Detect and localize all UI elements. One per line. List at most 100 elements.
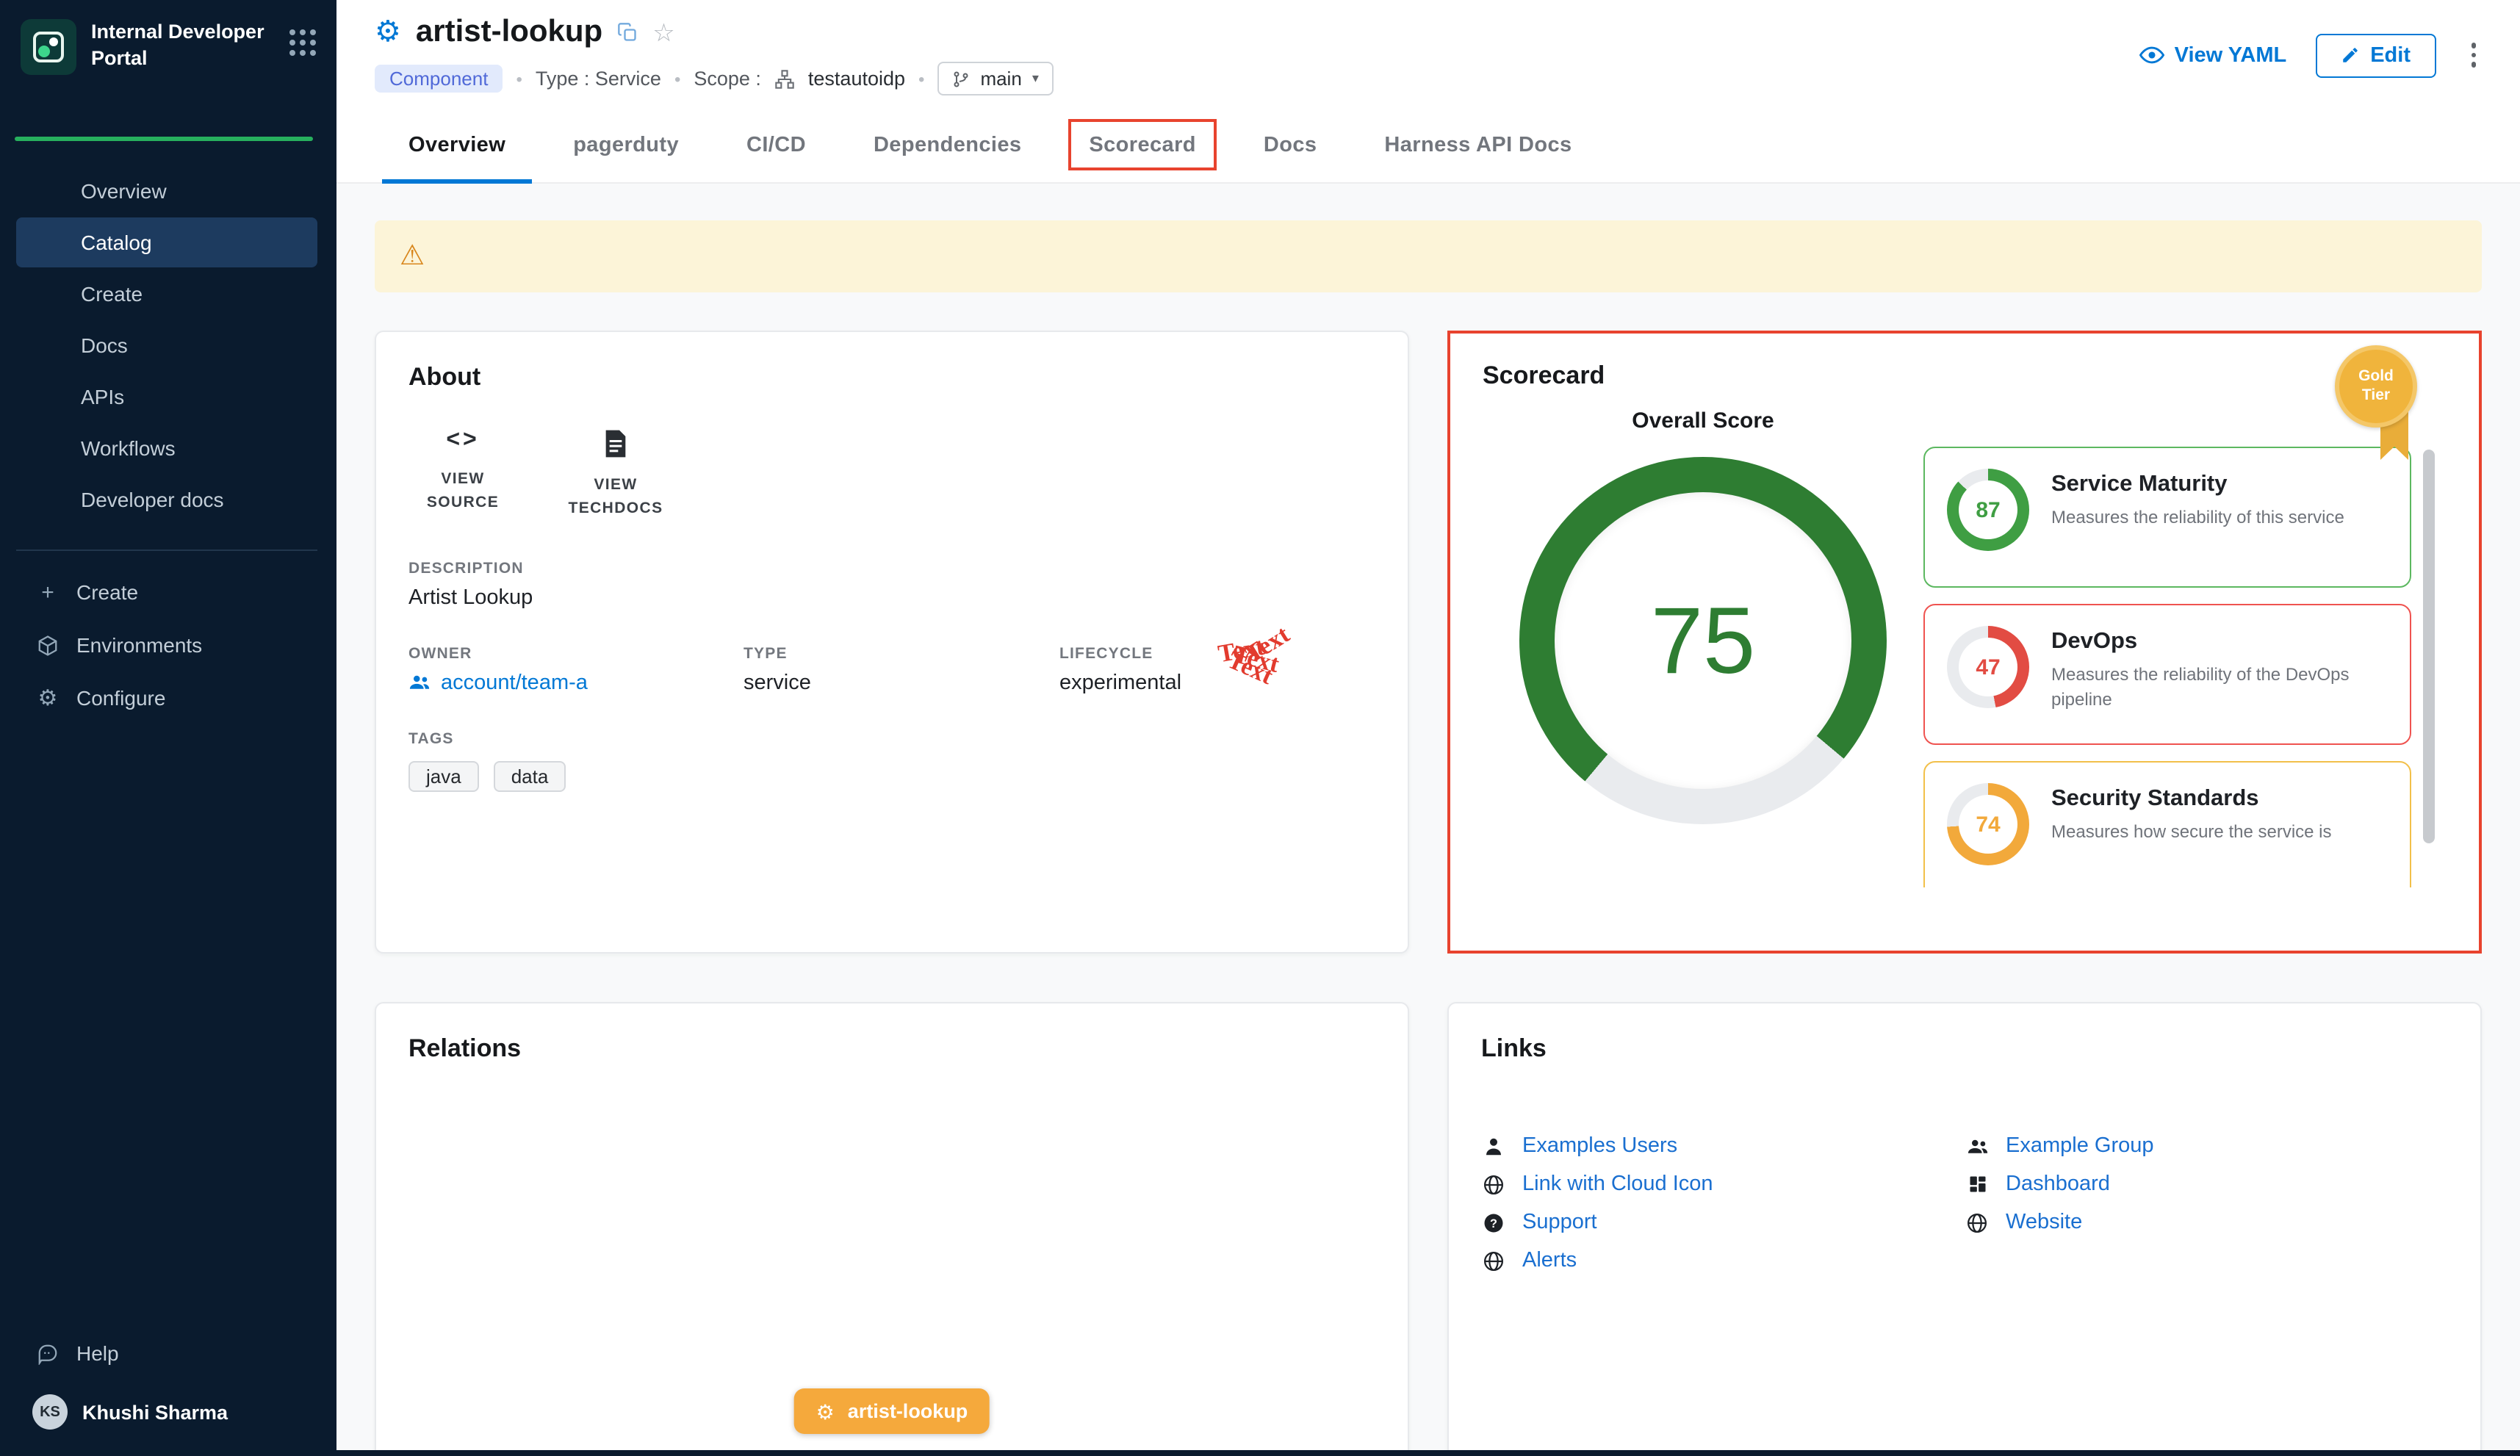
owner-label: OWNER [408, 644, 744, 662]
view-techdocs-label: VIEW TECHDOCS [561, 473, 670, 521]
entity-meta: Component • Type : Service • Scope : tes… [375, 62, 1054, 95]
sidebar-divider [16, 549, 317, 551]
group-icon [1965, 1135, 1990, 1157]
dashboard-icon [1965, 1174, 1990, 1194]
sidebar-create-label: Create [76, 580, 138, 604]
sidebar-environments-button[interactable]: Environments [0, 619, 336, 671]
gold-badge-line2: Tier [2362, 386, 2390, 406]
user-menu[interactable]: KS Khushi Sharma [0, 1380, 336, 1438]
tags-label: TAGS [408, 729, 1375, 747]
sidebar-item-developer-docs[interactable]: Developer docs [16, 475, 317, 525]
score-item-devops[interactable]: 47 DevOps Measures the reliability of th… [1923, 604, 2411, 745]
score-list: 87 Service Maturity Measures the reliabi… [1923, 447, 2411, 887]
help-button[interactable]: Help [0, 1327, 336, 1380]
sidebar-nav: Overview Catalog Create Docs APIs Workfl… [0, 165, 336, 526]
score-item-security-standards[interactable]: 74 Security Standards Measures how secur… [1923, 761, 2411, 887]
about-title: About [408, 363, 1375, 392]
view-source-button[interactable]: <> VIEW SOURCE [408, 428, 517, 521]
sidebar-item-create[interactable]: Create [16, 269, 317, 319]
type-value: service [744, 671, 1059, 694]
group-icon [408, 671, 431, 693]
avatar: KS [32, 1394, 68, 1430]
link-label: Website [2006, 1211, 2082, 1234]
app-window: Internal Developer Portal Overview Catal… [0, 0, 2520, 1456]
link-support[interactable]: ? Support [1481, 1211, 1965, 1234]
sidebar-item-workflows[interactable]: Workflows [16, 423, 317, 473]
link-dashboard[interactable]: Dashboard [1965, 1172, 2448, 1196]
type-field: TYPE service [744, 644, 1059, 694]
score-item-service-maturity[interactable]: 87 Service Maturity Measures the reliabi… [1923, 447, 2411, 588]
type-label: TYPE [744, 644, 1059, 662]
entity-type-text: Type : Service [536, 68, 661, 90]
link-example-group[interactable]: Example Group [1965, 1134, 2448, 1158]
annotation-box-scorecard-card: Scorecard Gold Tier Overall Score [1447, 331, 2482, 954]
sidebar-configure-button[interactable]: ⚙ Configure [0, 671, 336, 724]
content-area: ⚠ About <> VIEW SOURCE [336, 184, 2520, 1456]
globe-icon [1481, 1173, 1506, 1195]
score-donut: 74 [1947, 783, 2029, 865]
scope-hierarchy-icon [774, 68, 795, 89]
help-circle-icon: ? [1481, 1211, 1506, 1233]
overall-score-value: 75 [1651, 586, 1755, 695]
page-title: artist-lookup [416, 15, 602, 50]
view-techdocs-button[interactable]: VIEW TECHDOCS [561, 428, 670, 521]
link-label: Example Group [2006, 1134, 2154, 1158]
sidebar-item-overview[interactable]: Overview [16, 166, 317, 216]
tab-pagerduty[interactable]: pagerduty [539, 107, 713, 182]
tab-overview[interactable]: Overview [375, 107, 539, 182]
sidebar-create-button[interactable]: + Create [0, 566, 336, 619]
score-description: Measures the reliability of this service [2051, 505, 2344, 531]
links-title: Links [1481, 1034, 2448, 1064]
sidebar-item-catalog[interactable]: Catalog [16, 217, 317, 267]
link-alerts[interactable]: Alerts [1481, 1249, 1965, 1272]
link-examples-users[interactable]: Examples Users [1481, 1134, 1965, 1158]
gold-badge-line1: Gold [2358, 367, 2394, 386]
score-donut: 87 [1947, 469, 2029, 551]
more-options-kebab-icon[interactable] [2465, 37, 2482, 73]
link-website[interactable]: Website [1965, 1211, 2448, 1234]
scrollbar[interactable] [2423, 450, 2435, 843]
view-yaml-label: View YAML [2175, 43, 2287, 67]
tab-dependencies[interactable]: Dependencies [840, 107, 1055, 182]
tag-chip: data [494, 760, 566, 791]
tab-cicd[interactable]: CI/CD [713, 107, 840, 182]
score-name: DevOps [2051, 629, 2388, 655]
tab-scorecard[interactable]: Scorecard [1055, 107, 1229, 182]
tag-chip: java [408, 760, 479, 791]
relation-node-artist-lookup[interactable]: ⚙ artist-lookup [794, 1388, 990, 1434]
branch-select[interactable]: main ▾ [937, 62, 1053, 95]
view-yaml-button[interactable]: View YAML [2139, 43, 2287, 68]
entity-kind-badge: Component [375, 65, 503, 93]
sidebar-footer: Help KS Khushi Sharma [0, 1327, 336, 1456]
brand-accent-line [15, 137, 313, 141]
chevron-down-icon: ▾ [1032, 71, 1039, 87]
relation-node-label: artist-lookup [848, 1400, 968, 1422]
favorite-star-icon[interactable]: ☆ [652, 20, 675, 45]
relations-card: Relations ⚙ artist-lookup [375, 1002, 1409, 1456]
lifecycle-label: LIFECYCLE [1059, 644, 1375, 662]
score-name: Service Maturity [2051, 472, 2344, 498]
bottom-window-strip [0, 1450, 2520, 1456]
plus-icon: + [35, 581, 60, 603]
tab-docs[interactable]: Docs [1230, 107, 1351, 182]
about-card: About <> VIEW SOURCE [375, 331, 1409, 954]
description-value: Artist Lookup [408, 585, 1375, 609]
sidebar-item-docs[interactable]: Docs [16, 320, 317, 370]
copy-icon[interactable] [617, 22, 638, 43]
eye-icon [2139, 43, 2164, 68]
warning-triangle-icon: ⚠ [400, 242, 425, 270]
link-with-cloud-icon[interactable]: Link with Cloud Icon [1481, 1172, 1965, 1196]
owner-link[interactable]: account/team-a [408, 671, 744, 694]
edit-label: Edit [2370, 43, 2411, 67]
sidebar-item-apis[interactable]: APIs [16, 372, 317, 422]
tab-harness-api-docs[interactable]: Harness API Docs [1350, 107, 1605, 182]
separator-dot: • [918, 68, 924, 89]
owner-field: OWNER account/team-a [408, 644, 744, 694]
scope-value: testautoidp [808, 68, 905, 90]
branch-selected-value: main [980, 68, 1021, 90]
links-card: Links Examples Users [1447, 1002, 2482, 1456]
overall-score-label: Overall Score [1632, 408, 1774, 433]
apps-grid-icon[interactable] [289, 29, 316, 56]
entity-header: ⚙ artist-lookup ☆ Component • Type : Ser… [336, 0, 2520, 107]
edit-button[interactable]: Edit [2316, 33, 2436, 77]
